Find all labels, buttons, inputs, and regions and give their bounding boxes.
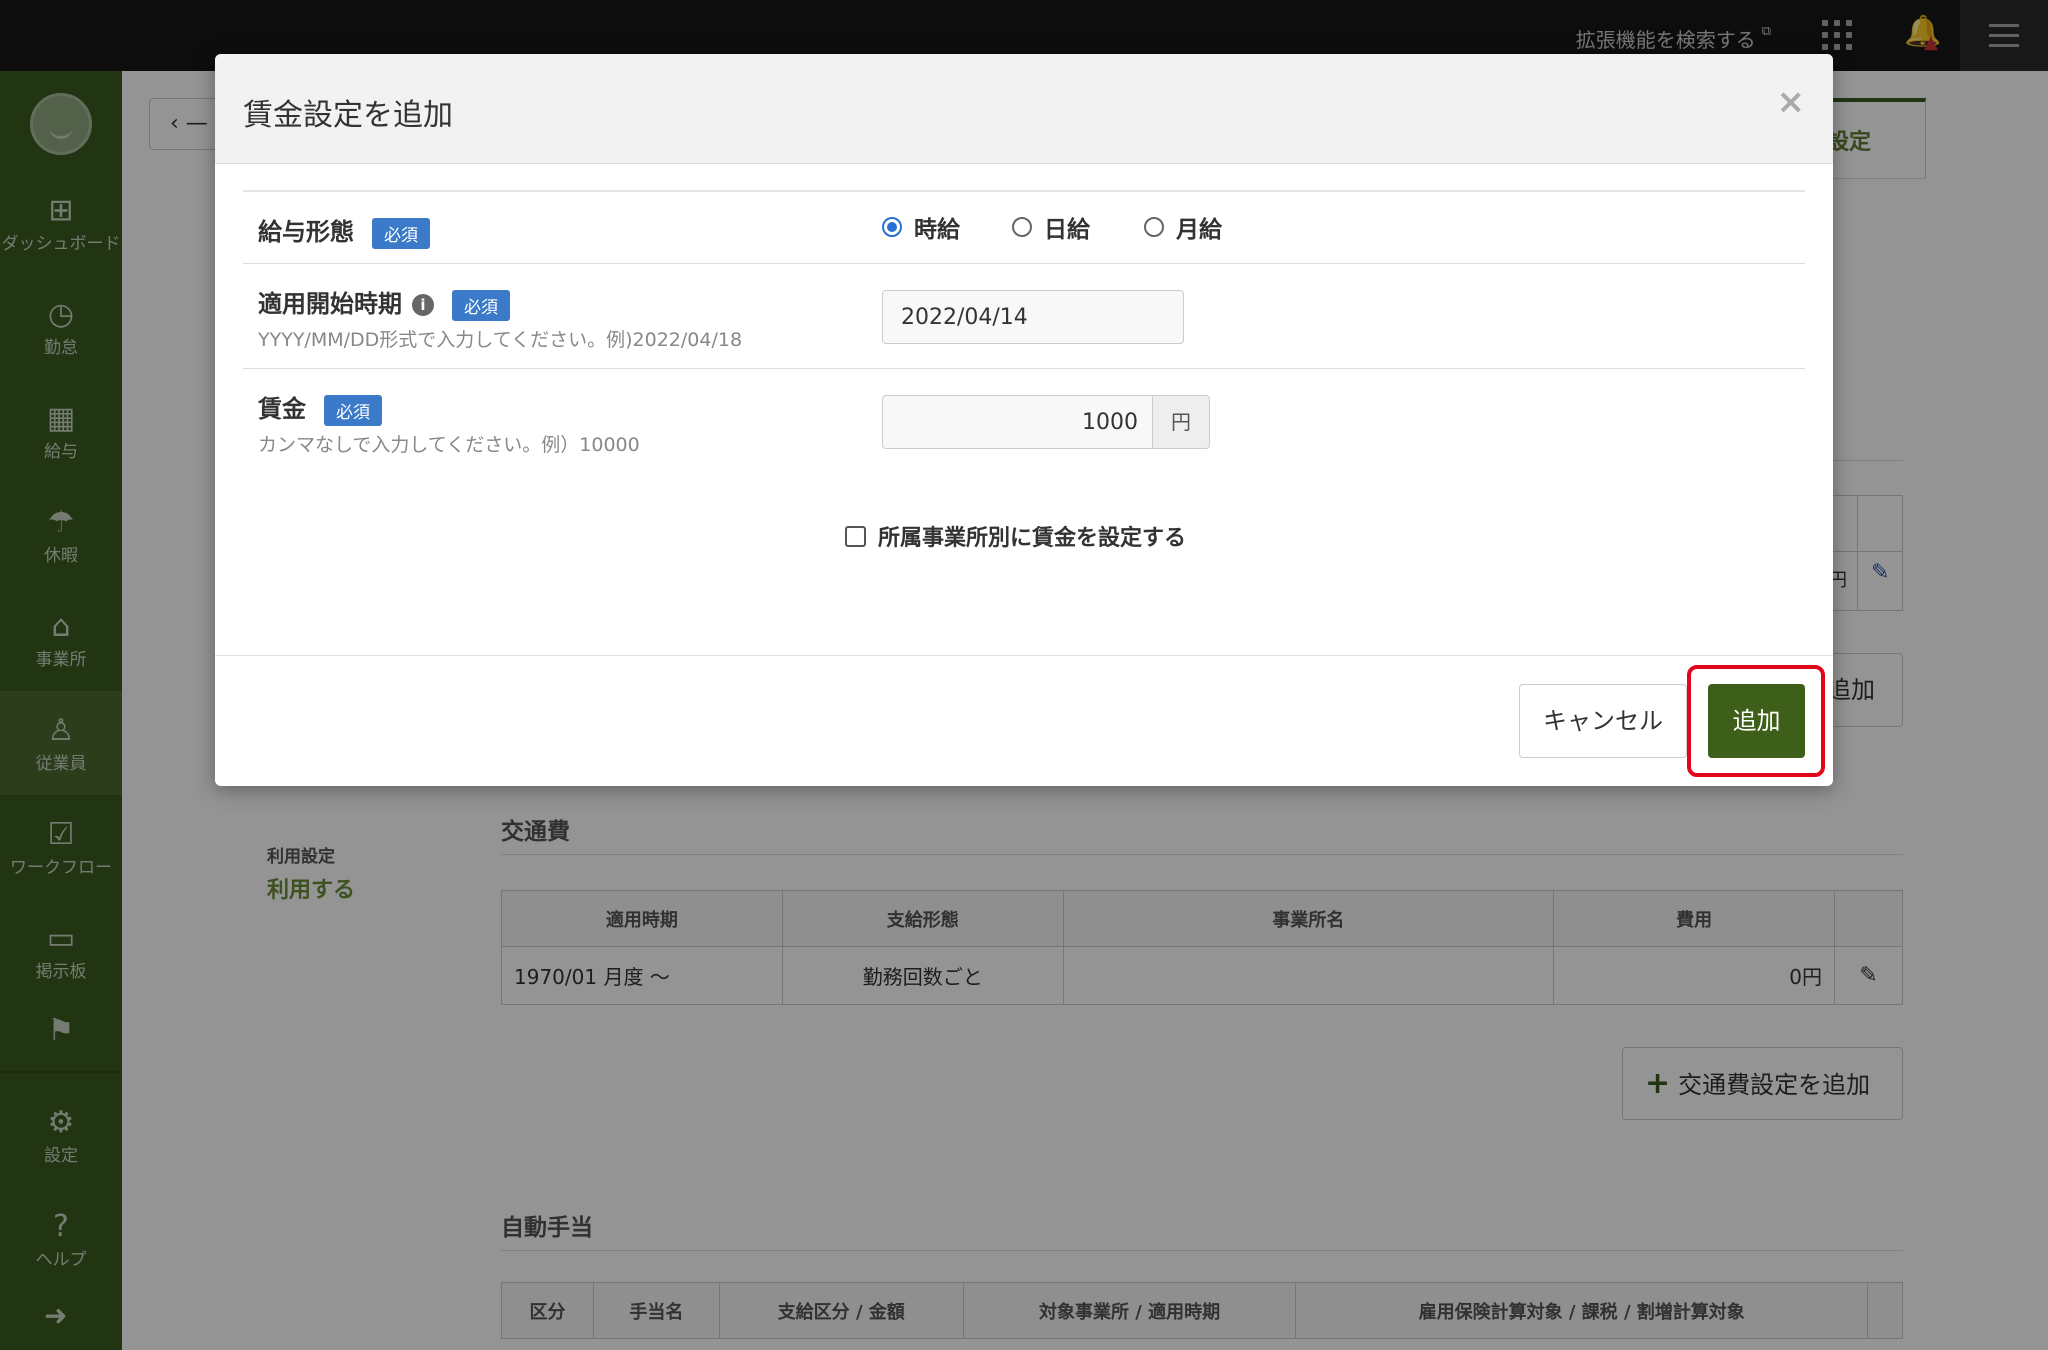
checkbox[interactable] — [845, 525, 866, 547]
yen-unit: 円 — [1152, 395, 1210, 449]
wage-input[interactable] — [882, 395, 1152, 449]
radio-button[interactable] — [882, 217, 902, 237]
close-icon[interactable]: × — [1777, 82, 1806, 122]
form-divider — [243, 190, 1805, 192]
radio-button[interactable] — [1144, 217, 1164, 237]
wage-input-group: 円 — [882, 395, 1210, 449]
form-divider — [243, 368, 1805, 369]
add-wage-setting-dialog: 賃金設定を追加 × 給与形態 必須 時給 日給 月給 適用開始時期 i 必須 YYYY… — [215, 54, 1833, 786]
required-badge: 必須 — [324, 394, 382, 426]
radio-button[interactable] — [1012, 217, 1032, 237]
info-icon[interactable]: i — [412, 294, 434, 316]
add-button-highlight — [1687, 665, 1825, 777]
cancel-button[interactable]: キャンセル — [1519, 684, 1687, 758]
start-date-input[interactable] — [882, 290, 1184, 344]
radio-monthly[interactable]: 月給 — [1144, 210, 1222, 244]
modal-title: 賃金設定を追加 — [243, 98, 453, 133]
per-office-checkbox-label: 所属事業所別に賃金を設定する — [878, 526, 1187, 551]
wage-hint: カンマなしで入力してください。例）10000 — [258, 434, 640, 456]
required-badge: 必須 — [372, 217, 430, 249]
form-divider — [243, 263, 1805, 264]
radio-daily[interactable]: 日給 — [1012, 210, 1090, 244]
start-date-hint: YYYY/MM/DD形式で入力してください。例)2022/04/18 — [258, 329, 743, 351]
pay-type-label: 給与形態 必須 — [258, 212, 430, 249]
start-date-label: 適用開始時期 i 必須 — [258, 284, 510, 321]
required-badge: 必須 — [452, 289, 510, 321]
radio-hourly[interactable]: 時給 — [882, 210, 960, 244]
per-office-checkbox[interactable]: 所属事業所別に賃金を設定する — [845, 520, 1186, 552]
modal-header: 賃金設定を追加 × — [215, 54, 1833, 164]
wage-label: 賃金 必須 — [258, 389, 382, 426]
